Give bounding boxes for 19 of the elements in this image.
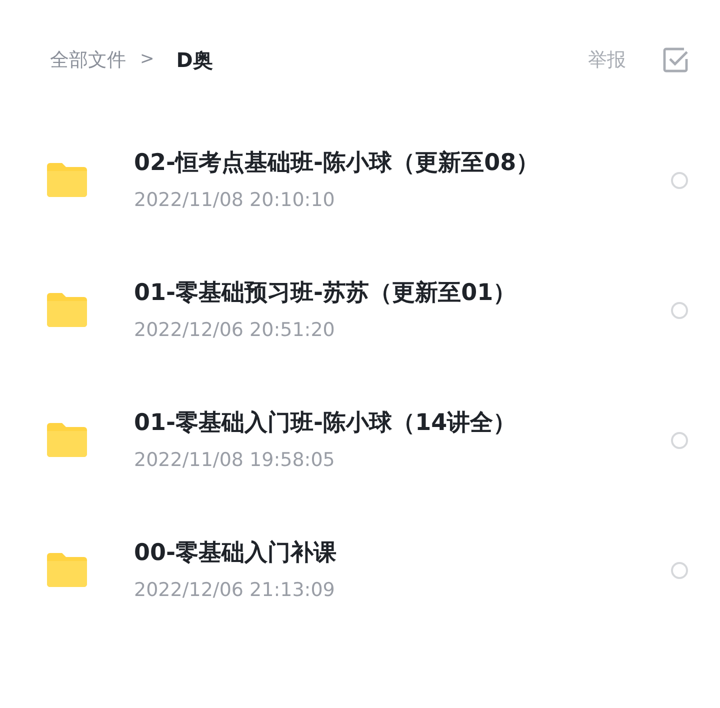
select-radio[interactable] — [671, 172, 688, 188]
folder-date: 2022/12/06 21:13:09 — [134, 578, 336, 602]
folder-date: 2022/12/06 20:51:20 — [134, 318, 336, 342]
folder-name[interactable]: 00-零基础入门补课 — [134, 538, 671, 568]
folder-icon — [47, 293, 87, 327]
folder-name[interactable]: 01-零基础预习班-苏苏（更新至01） — [134, 278, 671, 308]
folder-name[interactable]: 01-零基础入门班-陈小球（14讲全） — [134, 408, 671, 438]
folder-date: 2022/11/08 20:10:10 — [134, 188, 336, 212]
breadcrumb-separator: > — [140, 48, 154, 72]
select-radio[interactable] — [671, 432, 688, 448]
checkbox-icon[interactable] — [662, 46, 690, 74]
folder-name[interactable]: 02-恒考点基础班-陈小球（更新至08） — [134, 148, 671, 178]
breadcrumb-current: D奥 — [176, 47, 213, 74]
folder-icon — [47, 553, 87, 587]
folder-icon — [47, 163, 87, 197]
select-radio[interactable] — [671, 302, 688, 318]
select-radio[interactable] — [671, 562, 688, 578]
folder-icon — [47, 423, 87, 457]
folder-date: 2022/11/08 19:58:05 — [134, 448, 336, 472]
